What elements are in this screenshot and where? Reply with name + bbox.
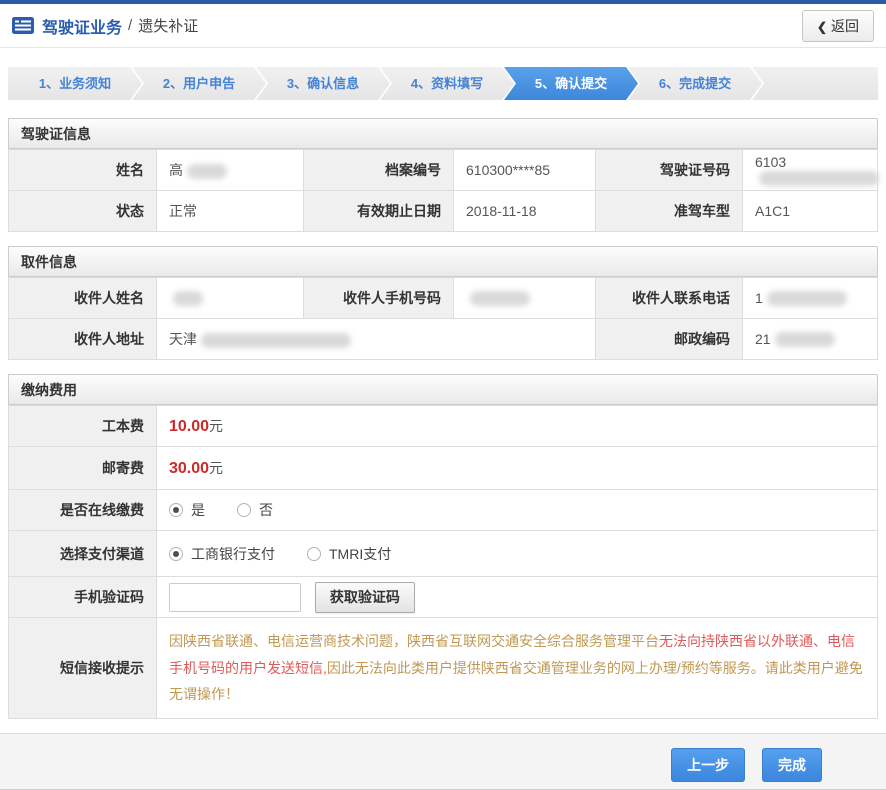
breadcrumb-separator: / <box>128 17 132 34</box>
postcode-value: 21 <box>743 319 878 360</box>
redaction-blur <box>173 291 203 306</box>
recipient-mobile-value <box>454 278 596 319</box>
file-no-value: 610300****85 <box>454 150 596 191</box>
radio-online-no-label: 否 <box>259 500 273 520</box>
sms-notice-label: 短信接收提示 <box>9 618 157 719</box>
fees-table: 工本费 10.00元 邮寄费 30.00元 是否在线缴费 是 否 选择支付渠道 … <box>8 405 878 719</box>
license-no-value: 6103 <box>743 150 878 191</box>
radio-channel-icbc[interactable]: 工商银行支付 <box>169 544 275 564</box>
license-info-table: 姓名 高 档案编号 610300****85 驾驶证号码 6103 状态 正常 … <box>8 149 878 232</box>
work-fee-label: 工本费 <box>9 406 157 447</box>
section-title-fees: 缴纳费用 <box>8 374 878 405</box>
radio-selected-icon <box>169 503 183 517</box>
recipient-phone-value: 1 <box>743 278 878 319</box>
section-pickup-info: 取件信息 收件人姓名 收件人手机号码 收件人联系电话 1 收件人地址 天津 邮政… <box>8 246 878 360</box>
table-row: 收件人姓名 收件人手机号码 收件人联系电话 1 <box>9 278 878 319</box>
finish-button[interactable]: 完成 <box>762 748 822 782</box>
redaction-blur <box>759 171 879 186</box>
page-title: 驾驶证业务 <box>42 14 122 38</box>
redaction-blur <box>187 164 227 179</box>
section-title-pickup: 取件信息 <box>8 246 878 277</box>
radio-selected-icon <box>169 547 183 561</box>
work-fee-value: 10.00元 <box>157 406 878 447</box>
table-row: 是否在线缴费 是 否 <box>9 490 878 531</box>
step-4-fill-data: 4、资料填写 <box>380 67 514 100</box>
step-6-finish-submit: 6、完成提交 <box>628 67 762 100</box>
pay-channel-options: 工商银行支付 TMRI支付 <box>157 531 878 577</box>
table-row: 状态 正常 有效期止日期 2018-11-18 准驾车型 A1C1 <box>9 191 878 232</box>
name-label: 姓名 <box>9 150 157 191</box>
radio-unselected-icon <box>307 547 321 561</box>
wizard-steps: 1、业务须知 2、用户申告 3、确认信息 4、资料填写 5、确认提交 6、完成提… <box>8 67 878 100</box>
chevron-left-icon: ❮ <box>817 20 827 34</box>
step-1-business-notice: 1、业务须知 <box>8 67 142 100</box>
captcha-input[interactable] <box>169 583 301 612</box>
steps-filler <box>752 67 878 100</box>
radio-online-yes-label: 是 <box>191 500 205 520</box>
online-pay-label: 是否在线缴费 <box>9 490 157 531</box>
vehicle-type-label: 准驾车型 <box>596 191 743 232</box>
license-no-label: 驾驶证号码 <box>596 150 743 191</box>
sms-notice-part1: 因陕西省联通、电信运营商技术问题，陕西省互联网交通安全综合服务管理平台 <box>169 633 659 649</box>
recipient-phone-label: 收件人联系电话 <box>596 278 743 319</box>
radio-channel-tmri[interactable]: TMRI支付 <box>307 544 391 564</box>
postcode-label: 邮政编码 <box>596 319 743 360</box>
post-fee-amount: 30.00 <box>169 460 209 477</box>
radio-unselected-icon <box>237 503 251 517</box>
radio-online-yes[interactable]: 是 <box>169 500 205 520</box>
step-5-confirm-submit: 5、确认提交 <box>504 67 638 100</box>
radio-channel-tmri-label: TMRI支付 <box>329 544 391 564</box>
address-label: 收件人地址 <box>9 319 157 360</box>
file-no-label: 档案编号 <box>304 150 454 191</box>
address-value: 天津 <box>157 319 596 360</box>
status-value: 正常 <box>157 191 304 232</box>
sms-notice-text: 因陕西省联通、电信运营商技术问题，陕西省互联网交通安全综合服务管理平台无法向持陕… <box>157 618 878 719</box>
post-fee-label: 邮寄费 <box>9 447 157 490</box>
table-row: 工本费 10.00元 <box>9 406 878 447</box>
status-label: 状态 <box>9 191 157 232</box>
table-row: 短信接收提示 因陕西省联通、电信运营商技术问题，陕西省互联网交通安全综合服务管理… <box>9 618 878 719</box>
table-row: 邮寄费 30.00元 <box>9 447 878 490</box>
pay-channel-label: 选择支付渠道 <box>9 531 157 577</box>
pickup-info-table: 收件人姓名 收件人手机号码 收件人联系电话 1 收件人地址 天津 邮政编码 21 <box>8 277 878 360</box>
table-row: 手机验证码 获取验证码 <box>9 577 878 618</box>
back-button-label: 返回 <box>831 18 859 34</box>
post-fee-value: 30.00元 <box>157 447 878 490</box>
vehicle-type-value: A1C1 <box>743 191 878 232</box>
table-row: 收件人地址 天津 邮政编码 21 <box>9 319 878 360</box>
redaction-blur <box>201 333 351 348</box>
work-fee-amount: 10.00 <box>169 418 209 435</box>
section-license-info: 驾驶证信息 姓名 高 档案编号 610300****85 驾驶证号码 6103 … <box>8 118 878 232</box>
name-value: 高 <box>157 150 304 191</box>
redaction-blur <box>470 291 530 306</box>
expiry-label: 有效期止日期 <box>304 191 454 232</box>
footer-action-bar: 上一步 完成 <box>0 733 886 790</box>
table-row: 选择支付渠道 工商银行支付 TMRI支付 <box>9 531 878 577</box>
work-fee-unit: 元 <box>209 418 223 434</box>
captcha-label: 手机验证码 <box>9 577 157 618</box>
get-captcha-button[interactable]: 获取验证码 <box>315 582 415 613</box>
post-fee-unit: 元 <box>209 460 223 476</box>
recipient-name-value <box>157 278 304 319</box>
section-fees: 缴纳费用 工本费 10.00元 邮寄费 30.00元 是否在线缴费 是 否 选择… <box>8 374 878 719</box>
back-button[interactable]: ❮ 返回 <box>802 10 874 42</box>
breadcrumb-current: 遗失补证 <box>138 15 198 36</box>
page-header: 驾驶证业务 / 遗失补证 ❮ 返回 <box>0 4 886 48</box>
online-pay-options: 是 否 <box>157 490 878 531</box>
expiry-value: 2018-11-18 <box>454 191 596 232</box>
redaction-blur <box>775 332 835 347</box>
radio-channel-icbc-label: 工商银行支付 <box>191 544 275 564</box>
radio-online-no[interactable]: 否 <box>237 500 273 520</box>
recipient-name-label: 收件人姓名 <box>9 278 157 319</box>
step-3-confirm-info: 3、确认信息 <box>256 67 390 100</box>
redaction-blur <box>767 291 847 306</box>
step-2-user-declaration: 2、用户申告 <box>132 67 266 100</box>
previous-step-button[interactable]: 上一步 <box>671 748 745 782</box>
captcha-row: 获取验证码 <box>157 577 878 618</box>
form-list-icon <box>12 17 34 34</box>
table-row: 姓名 高 档案编号 610300****85 驾驶证号码 6103 <box>9 150 878 191</box>
recipient-mobile-label: 收件人手机号码 <box>304 278 454 319</box>
section-title-license: 驾驶证信息 <box>8 118 878 149</box>
